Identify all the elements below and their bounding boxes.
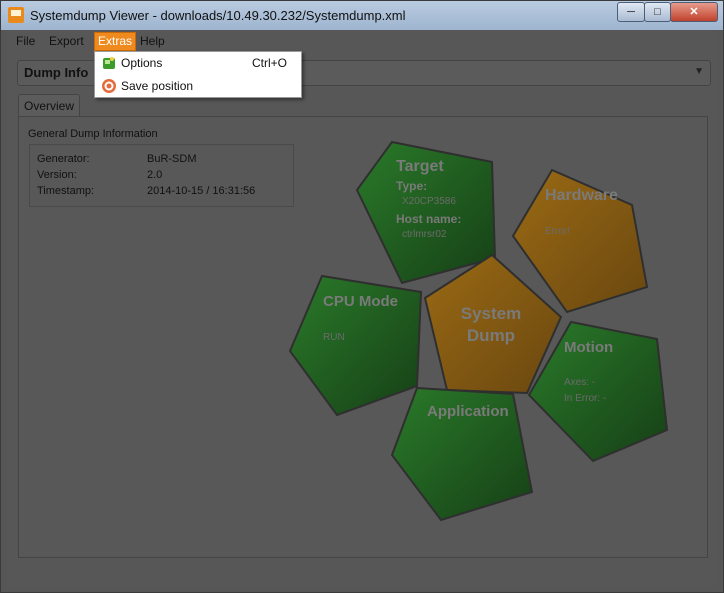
options-shortcut: Ctrl+O bbox=[251, 56, 287, 70]
target-icon bbox=[101, 78, 117, 94]
target-host-label: Host name: bbox=[396, 212, 462, 226]
extras-dropdown: Options Ctrl+O Save position bbox=[94, 51, 302, 98]
cpu-mode-value: RUN bbox=[323, 332, 345, 343]
client-area: File Export Extras Help Dump Info ▼ Over… bbox=[7, 30, 717, 586]
target-host-value: ctrlmrsr02 bbox=[402, 229, 447, 240]
close-button[interactable]: ✕ bbox=[670, 2, 718, 22]
system-dump-line1: System bbox=[460, 304, 522, 323]
system-dump-line2: Dump bbox=[466, 326, 516, 345]
application-label: Application bbox=[427, 403, 509, 420]
motion-in-error: In Error: - bbox=[564, 393, 607, 404]
menu-item-save-position[interactable]: Save position bbox=[95, 75, 301, 97]
target-type-value: X20CP3586 bbox=[402, 196, 456, 207]
window-title: Systemdump Viewer - downloads/10.49.30.2… bbox=[30, 8, 406, 23]
menu-item-options[interactable]: Options Ctrl+O bbox=[95, 52, 301, 74]
target-label: Target bbox=[396, 158, 444, 175]
hardware-status: Error! bbox=[545, 226, 570, 237]
target-type-label: Type: bbox=[396, 179, 428, 193]
app-icon bbox=[8, 7, 24, 23]
options-icon bbox=[101, 55, 117, 71]
main-window: Systemdump Viewer - downloads/10.49.30.2… bbox=[0, 0, 724, 593]
motion-label: Motion bbox=[564, 339, 614, 356]
maximize-button[interactable]: □ bbox=[644, 2, 671, 22]
hardware-label: Hardware bbox=[545, 187, 618, 204]
cpu-mode-label: CPU Mode bbox=[323, 293, 398, 310]
motion-axes: Axes: - bbox=[564, 377, 596, 388]
minimize-button[interactable]: ─ bbox=[617, 2, 645, 22]
title-bar[interactable]: Systemdump Viewer - downloads/10.49.30.2… bbox=[1, 1, 723, 30]
options-label: Options bbox=[121, 56, 163, 70]
save-position-label: Save position bbox=[121, 79, 194, 93]
